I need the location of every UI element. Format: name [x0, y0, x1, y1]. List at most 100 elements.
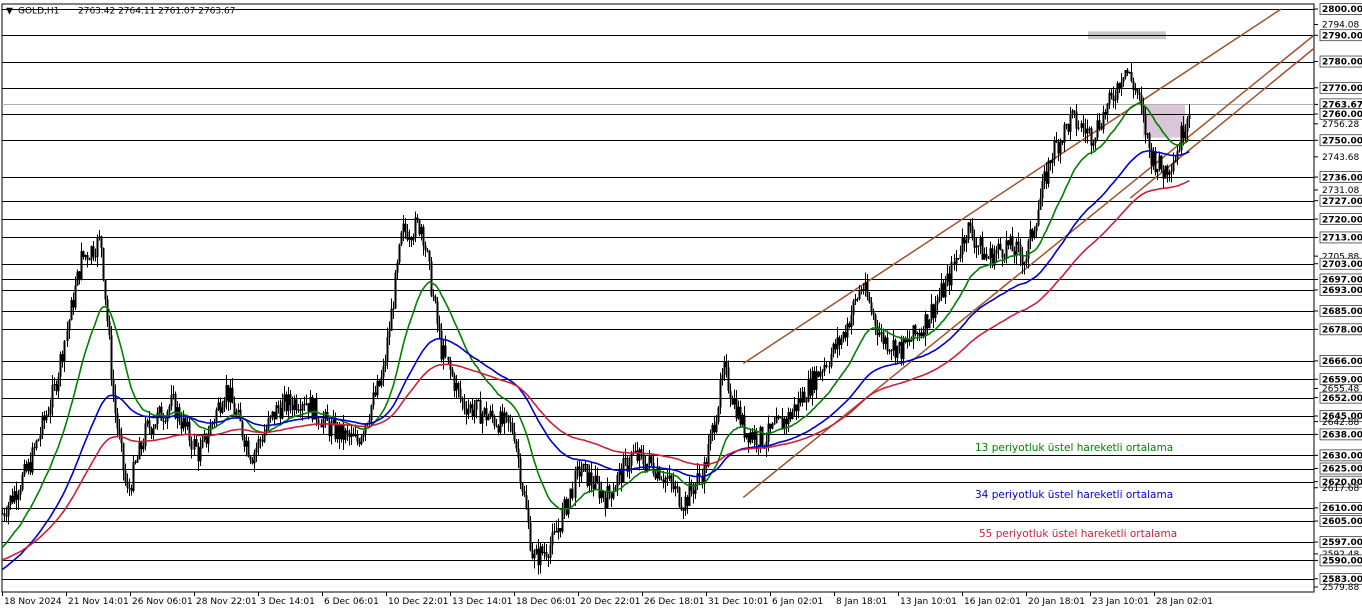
candle-body	[257, 439, 260, 448]
candle-body	[761, 426, 764, 447]
candle-body	[594, 475, 597, 489]
candle-body	[1009, 236, 1012, 246]
candle-body	[1023, 262, 1026, 266]
candle-body	[442, 345, 445, 360]
candle-body	[47, 414, 50, 416]
candle-body	[795, 404, 798, 412]
candle-body	[507, 415, 510, 423]
candle-body	[1188, 114, 1191, 119]
candle-body	[1077, 127, 1080, 129]
header-triangle[interactable]: ▼	[6, 7, 13, 17]
candle-body	[1164, 165, 1167, 179]
candle-body	[1098, 120, 1101, 129]
candle-body	[1102, 112, 1105, 130]
candle-body	[436, 301, 439, 324]
candle-body	[55, 384, 58, 392]
candle-body	[1025, 258, 1028, 263]
candle-body	[596, 475, 599, 482]
candle-body	[362, 433, 365, 437]
candle-body	[485, 408, 488, 421]
y-tick-label: 2800.00	[1322, 5, 1362, 15]
candle-body	[936, 300, 939, 305]
candle-body	[1053, 140, 1056, 160]
candle-body	[799, 397, 802, 403]
candle-body	[888, 350, 891, 352]
candle-body	[946, 273, 949, 283]
candle-body	[578, 466, 581, 477]
candle-body	[1182, 125, 1185, 139]
candle-body	[1134, 89, 1137, 91]
candle-body	[1156, 168, 1159, 173]
candle-body	[269, 416, 272, 419]
candle-body	[517, 448, 520, 459]
candle-body	[263, 433, 266, 442]
candle-body	[634, 450, 637, 453]
candle-body	[186, 421, 189, 427]
candle-body	[110, 335, 113, 379]
candle-body	[555, 531, 558, 533]
candle-body	[741, 415, 744, 425]
candle-body	[638, 449, 641, 461]
candle-body	[997, 243, 1000, 250]
y-tick-label: 2713.00	[1322, 234, 1362, 244]
candle-body	[1057, 142, 1060, 154]
candle-body	[100, 236, 103, 249]
candle-body	[830, 353, 833, 367]
candle-body	[674, 486, 677, 490]
candle-body	[1069, 113, 1072, 132]
candle-body	[963, 237, 966, 244]
candle-body	[390, 308, 393, 331]
candle-body	[118, 428, 121, 434]
candle-body	[547, 556, 550, 558]
candle-body	[197, 446, 200, 462]
candle-body	[495, 425, 498, 427]
candle-body	[914, 325, 917, 335]
candle-body	[819, 372, 822, 377]
candle-body	[467, 408, 470, 415]
candle-body	[279, 407, 282, 419]
candle-body	[769, 423, 772, 429]
candle-body	[451, 369, 454, 376]
candle-body	[394, 272, 397, 309]
candle-body	[1088, 128, 1091, 130]
candle-body	[950, 261, 953, 286]
candle-body	[134, 461, 137, 463]
candle-body	[668, 475, 671, 479]
candle-body	[1033, 231, 1036, 238]
candle-body	[692, 490, 695, 494]
candle-body	[406, 231, 409, 240]
candle-body	[771, 423, 774, 429]
x-tick-label: 10 Dec 22:01	[388, 597, 449, 607]
candle-body	[571, 488, 574, 499]
candle-body	[678, 487, 681, 507]
candle-body	[664, 477, 667, 483]
candle-body	[146, 420, 149, 424]
candle-body	[987, 258, 990, 260]
candle-body	[1059, 141, 1062, 154]
candle-body	[338, 425, 341, 440]
candle-body	[862, 289, 865, 292]
candle-body	[19, 489, 22, 495]
y-tick-label: 2743.68	[1322, 153, 1359, 163]
candle-body	[541, 546, 544, 554]
candle-body	[92, 246, 95, 257]
candle-body	[120, 433, 123, 444]
candle-body	[1162, 170, 1165, 179]
candle-body	[1154, 152, 1157, 173]
candle-body	[1130, 72, 1133, 81]
candle-body	[1158, 155, 1161, 169]
candle-body	[1122, 77, 1125, 82]
candle-body	[229, 387, 232, 403]
candle-body	[43, 415, 46, 421]
price-chart[interactable]: 2800.00 2794.082790.00 2780.00 2770.00 2763.…	[0, 0, 1362, 611]
y-tick-label: 2652.00	[1322, 394, 1362, 404]
candle-body	[878, 332, 881, 336]
y-tick-label: 2579.88	[1322, 583, 1359, 593]
candle-body	[289, 394, 292, 406]
candle-body	[201, 439, 204, 448]
x-tick-label: 20 Dec 22:01	[580, 597, 641, 607]
candle-body	[567, 498, 570, 515]
candle-body	[755, 431, 758, 446]
candle-body	[999, 243, 1002, 250]
candle-body	[650, 456, 653, 463]
